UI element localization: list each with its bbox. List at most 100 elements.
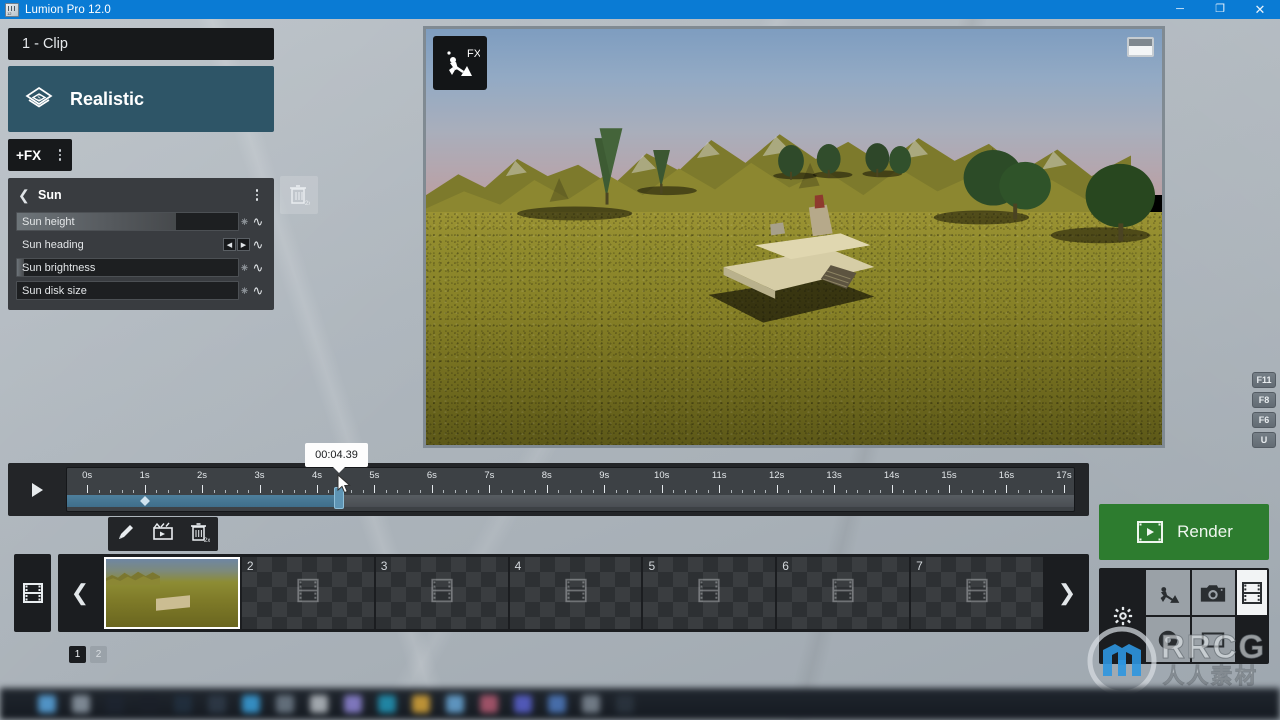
taskbar-item[interactable]: [344, 695, 362, 713]
filmstrip-mode-button[interactable]: [14, 554, 51, 632]
timeline-track[interactable]: 0s 1s 2s 3s 4s 5s 6s 7s 8s 9s 10s 11s 12s 13s 14s 15s 16…: [66, 467, 1075, 512]
aspect-ratio-icon[interactable]: [1127, 37, 1154, 57]
storyboard-clip-7[interactable]: 7: [911, 557, 1044, 629]
taskbar-item[interactable]: [480, 695, 498, 713]
storyboard-prev-button[interactable]: ❮: [58, 554, 102, 632]
timeline-tick-minor: [443, 490, 445, 493]
photo-mode-button[interactable]: [1191, 570, 1235, 615]
play-button[interactable]: [8, 463, 66, 516]
timeline-progress-bar[interactable]: [67, 495, 1074, 507]
taskbar-item[interactable]: [140, 695, 158, 713]
taskbar-item[interactable]: [378, 695, 396, 713]
taskbar-item[interactable]: [412, 695, 430, 713]
taskbar-item[interactable]: [208, 695, 226, 713]
keyframe-curve-icon[interactable]: ∿: [250, 284, 266, 297]
settings-button[interactable]: [1101, 570, 1144, 662]
taskbar-item[interactable]: [174, 695, 192, 713]
timeline-tick-minor: [523, 490, 525, 493]
delete-effect-button[interactable]: 2x: [280, 176, 318, 214]
svg-text:2x: 2x: [305, 201, 310, 207]
timeline-tick-minor: [271, 490, 272, 493]
maximize-button[interactable]: ❐: [1200, 0, 1240, 19]
fx-badge-button[interactable]: FX: [433, 36, 487, 90]
storyboard-page-1[interactable]: 1: [69, 646, 86, 663]
sun-disk-size-slider[interactable]: Sun disk size: [16, 281, 239, 300]
trash-2x-icon[interactable]: 2x: [190, 521, 210, 548]
timeline-tick-minor: [799, 490, 801, 493]
viewport-3d-preview[interactable]: FX: [423, 26, 1165, 448]
i-beam-icon[interactable]: ⁕: [239, 261, 250, 275]
timeline-tick-minor: [236, 490, 238, 493]
taskbar-item[interactable]: [38, 695, 56, 713]
clapperboard-icon[interactable]: [152, 522, 174, 547]
sun-brightness-slider[interactable]: Sun brightness: [16, 258, 239, 277]
clip-number: 6: [782, 559, 789, 573]
build-mode-button[interactable]: [1146, 570, 1190, 615]
file-mode-button[interactable]: [1146, 617, 1190, 662]
keyframe-curve-icon[interactable]: ∿: [250, 238, 266, 251]
property-row-sun-disk-size: Sun disk size ⁕ ∿: [16, 281, 266, 300]
storyboard-clip-1[interactable]: [104, 557, 240, 629]
pencil-icon[interactable]: [116, 522, 136, 547]
sun-height-slider[interactable]: Sun height: [16, 212, 239, 231]
storyboard-clip-5[interactable]: 5: [643, 557, 776, 629]
timeline-tick-minor: [477, 490, 479, 493]
sun-heading-field[interactable]: Sun heading: [16, 235, 222, 254]
timeline-tick-minor: [167, 490, 169, 493]
clip-name-field[interactable]: 1 - Clip: [8, 28, 274, 60]
keyframe-curve-icon[interactable]: ∿: [250, 215, 266, 228]
disc-icon: [1158, 630, 1178, 649]
keyframe-curve-icon[interactable]: ∿: [250, 261, 266, 274]
taskbar-item[interactable]: [616, 695, 634, 713]
storyboard-next-button[interactable]: ❯: [1045, 554, 1089, 632]
taskbar-item[interactable]: [242, 695, 260, 713]
taskbar-item[interactable]: [276, 695, 294, 713]
taskbar-item[interactable]: [310, 695, 328, 713]
clip-number: 2: [246, 559, 254, 573]
i-beam-icon[interactable]: ⁕: [239, 215, 250, 229]
window-titlebar: Lumion Pro 12.0 ─ ❐ ✕: [0, 0, 1280, 19]
timeline-tick-minor: [569, 490, 571, 493]
timeline-tick-minor: [592, 490, 594, 493]
taskbar-item[interactable]: [106, 695, 124, 713]
timeline-tick-minor: [753, 490, 755, 493]
style-card-realistic[interactable]: S Realistic: [8, 66, 274, 132]
arrow-left-icon[interactable]: ◀: [223, 238, 236, 251]
taskbar-item[interactable]: [514, 695, 532, 713]
arrow-right-icon[interactable]: ▶: [237, 238, 250, 251]
windows-taskbar[interactable]: [0, 688, 1280, 720]
storyboard-clip-6[interactable]: 6: [777, 557, 910, 629]
render-button[interactable]: Render: [1099, 504, 1269, 560]
storyboard-page-2[interactable]: 2: [90, 646, 107, 663]
minimize-button[interactable]: ─: [1160, 0, 1200, 19]
timeline-tick-major: [202, 485, 204, 493]
taskbar-item[interactable]: [72, 695, 90, 713]
storyboard-clip-4[interactable]: 4: [509, 557, 642, 629]
taskbar-item[interactable]: [446, 695, 464, 713]
build-worker-icon: [1160, 586, 1180, 603]
storyboard-clip-2[interactable]: 2: [241, 557, 374, 629]
kebab-menu-icon[interactable]: [53, 149, 67, 161]
hotkey-f6[interactable]: F6: [1252, 412, 1276, 428]
timeline-tick-minor: [397, 490, 399, 493]
panorama-mode-button[interactable]: [1191, 617, 1235, 662]
storyboard-clip-3[interactable]: 3: [375, 557, 508, 629]
mode-selector-panel: [1099, 568, 1269, 664]
movie-mode-button[interactable]: [1236, 570, 1267, 615]
i-beam-icon[interactable]: ⁕: [239, 284, 250, 298]
hotkey-f11[interactable]: F11: [1252, 372, 1276, 388]
scene-render: [426, 29, 1162, 445]
taskbar-item[interactable]: [548, 695, 566, 713]
timeline-tick-minor: [1040, 490, 1042, 493]
add-fx-button[interactable]: +FX: [8, 139, 72, 171]
kebab-menu-icon[interactable]: [250, 189, 264, 201]
sun-height-label: Sun height: [22, 215, 75, 228]
taskbar-item[interactable]: [582, 695, 600, 713]
clip-number: 4: [514, 559, 522, 573]
watermark-subtext: 人人素材: [1163, 665, 1259, 689]
hotkey-f8[interactable]: F8: [1252, 392, 1276, 408]
close-button[interactable]: ✕: [1240, 0, 1280, 19]
camera-icon: [1201, 584, 1226, 602]
chevron-left-icon[interactable]: ❮: [18, 188, 32, 202]
hotkey-u[interactable]: U: [1252, 432, 1276, 448]
